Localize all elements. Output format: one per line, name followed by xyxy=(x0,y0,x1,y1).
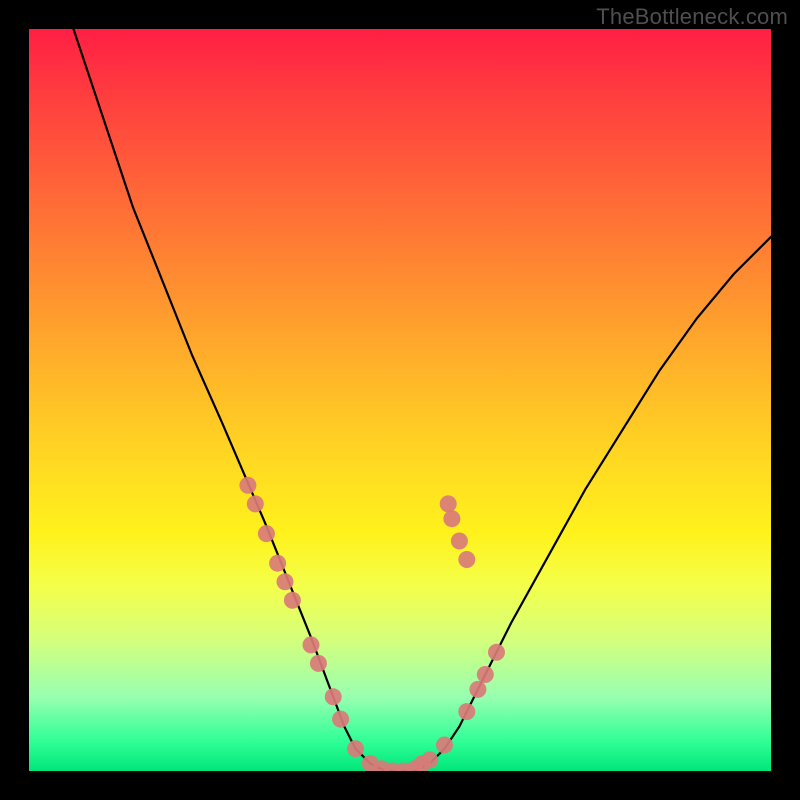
data-marker xyxy=(269,555,286,572)
plot-area xyxy=(29,29,771,771)
data-marker xyxy=(436,737,453,754)
data-marker xyxy=(477,666,494,683)
data-marker xyxy=(325,688,342,705)
chart-frame: TheBottleneck.com xyxy=(0,0,800,800)
data-marker xyxy=(247,495,264,512)
data-markers xyxy=(239,477,505,771)
data-marker xyxy=(258,525,275,542)
watermark-text: TheBottleneck.com xyxy=(596,4,788,30)
data-marker xyxy=(310,655,327,672)
data-marker xyxy=(277,573,294,590)
data-marker xyxy=(347,740,364,757)
data-marker xyxy=(332,711,349,728)
data-marker xyxy=(440,495,457,512)
data-marker xyxy=(458,703,475,720)
data-marker xyxy=(469,681,486,698)
data-marker xyxy=(239,477,256,494)
data-marker xyxy=(421,751,438,768)
curve-layer xyxy=(29,29,771,771)
bottleneck-curve xyxy=(74,29,772,771)
data-marker xyxy=(488,644,505,661)
data-marker xyxy=(458,551,475,568)
data-marker xyxy=(443,510,460,527)
data-marker xyxy=(284,592,301,609)
data-marker xyxy=(303,636,320,653)
data-marker xyxy=(451,533,468,550)
